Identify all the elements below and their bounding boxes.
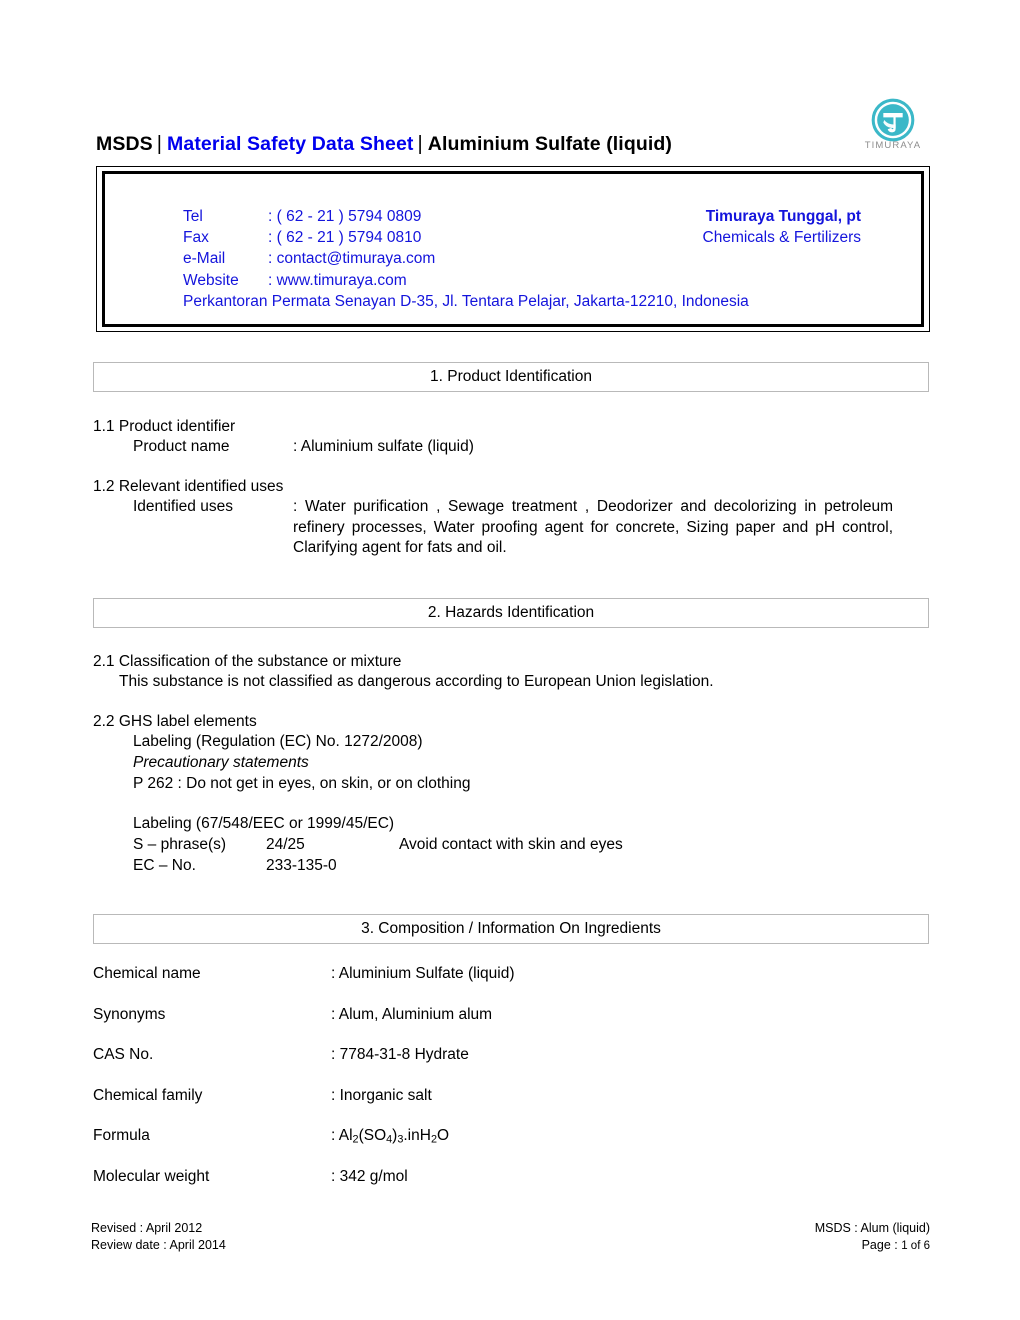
- composition-value-chemical-name: : Aluminium Sulfate (liquid): [331, 965, 515, 982]
- composition-name-chemical-family: Chemical family: [93, 1086, 203, 1104]
- footer-page-label: Page :: [861, 1238, 902, 1252]
- composition-value-cas-no: : 7784-31-8 Hydrate: [331, 1046, 469, 1063]
- contact-label-tel: Tel: [183, 208, 203, 225]
- composition-name-cas-no: CAS No.: [93, 1046, 154, 1063]
- contact-row-fax: Fax : ( 62 - 21 ) 5794 0810: [183, 227, 643, 248]
- title-product: Aluminium Sulfate (liquid): [427, 133, 672, 155]
- precautionary-p262: P 262 : Do not get in eyes, on skin, or …: [133, 775, 471, 792]
- contact-content: Tel : ( 62 - 21 ) 5794 0809 Fax : ( 62 -…: [105, 174, 921, 324]
- document-header: MSDS | Material Safety Data Sheet | Aluminiu…: [96, 132, 930, 156]
- precautionary-statements-heading: Precautionary statements: [133, 754, 309, 771]
- composition-row: Chemical name : Aluminium Sulfate (liqui…: [93, 965, 893, 1006]
- title-separator-1: |: [156, 133, 163, 155]
- footer-revised: Revised : April 2012: [91, 1221, 203, 1235]
- section1-sub1-title: 1.1 Product identifier: [93, 418, 236, 435]
- footer-page-total: 6: [923, 1240, 930, 1252]
- footer-msds-ref: MSDS : Alum (liquid): [814, 1221, 930, 1235]
- title-separator-2: |: [417, 133, 423, 155]
- footer-page-of: of: [907, 1240, 924, 1252]
- s-phrase-code: 24/25: [266, 836, 305, 853]
- composition-value-chemical-family: : Inorganic salt: [331, 1086, 432, 1104]
- product-name-value: : Aluminium sulfate (liquid): [293, 438, 474, 455]
- company-tagline: Chemicals & Fertilizers: [702, 229, 861, 247]
- composition-name-chemical-name: Chemical name: [93, 965, 201, 982]
- contact-details-list: Tel : ( 62 - 21 ) 5794 0809 Fax : ( 62 -…: [183, 206, 643, 291]
- title-main: Material Safety Data Sheet: [167, 133, 414, 155]
- product-name-row: Product name : Aluminium sulfate (liquid): [133, 437, 893, 458]
- ec-no-value: 233-135-0: [266, 857, 337, 874]
- section2-sub1-body: This substance is not classified as dang…: [119, 673, 714, 690]
- page-title: MSDS | Material Safety Data Sheet | Aluminiu…: [96, 132, 930, 156]
- composition-value-molecular-weight: : 342 g/mol: [331, 1167, 408, 1185]
- composition-name-synonyms: Synonyms: [93, 1005, 166, 1023]
- ec-no-row: EC – No. 233-135-0: [133, 856, 833, 877]
- s-phrase-label: S – phrase(s): [133, 836, 227, 853]
- composition-list: Chemical name : Aluminium Sulfate (liqui…: [93, 965, 893, 1208]
- labeling-1272-line: Labeling (Regulation (EC) No. 1272/2008): [133, 733, 423, 750]
- s-phrase-row: S – phrase(s) 24/25 Avoid contact with ski…: [133, 835, 833, 856]
- title-prefix: MSDS: [96, 133, 153, 155]
- product-name-label: Product name: [133, 438, 230, 455]
- composition-row: CAS No. : 7784-31-8 Hydrate: [93, 1046, 893, 1087]
- footer-right: MSDS : Alum (liquid) Page : 1 of 6: [815, 1220, 930, 1255]
- composition-value-synonyms: : Alum, Aluminium alum: [331, 1005, 493, 1023]
- composition-row: Molecular weight : 342 g/mol: [93, 1168, 893, 1209]
- s-phrase-text: Avoid contact with skin and eyes: [399, 836, 623, 853]
- composition-row: Synonyms : Alum, Aluminium alum: [93, 1006, 893, 1047]
- company-identity: Timuraya Tunggal, pt Chemicals & Fertili…: [703, 206, 861, 248]
- identified-uses-value: : Water purification , Sewage treatment …: [293, 498, 893, 557]
- ec-no-label: EC – No.: [133, 857, 196, 874]
- identified-uses-label: Identified uses: [133, 498, 233, 515]
- section2-sub2-title: 2.2 GHS label elements: [93, 713, 257, 730]
- footer-left: Revised : April 2012 Review date : April…: [91, 1220, 226, 1254]
- footer-page-number: Page : 1 of 6: [815, 1237, 930, 1255]
- msds-document-page: TIMURAYA MSDS | Material Safety Data Sheet…: [0, 0, 1020, 1320]
- identified-uses-row: Identified uses : Water purification , S…: [133, 497, 893, 559]
- composition-name-molecular-weight: Molecular weight: [93, 1167, 210, 1185]
- footer-review-date: Review date : April 2014: [91, 1238, 226, 1252]
- composition-row: Formula : Al2(SO4)3.inH2O: [93, 1127, 893, 1168]
- contact-box-inner-border: Tel : ( 62 - 21 ) 5794 0809 Fax : ( 62 -…: [102, 171, 924, 327]
- contact-value-fax: : ( 62 - 21 ) 5794 0810: [268, 229, 422, 247]
- contact-box: Tel : ( 62 - 21 ) 5794 0809 Fax : ( 62 -…: [96, 166, 930, 332]
- contact-label-website: Website: [183, 271, 239, 289]
- contact-row-email[interactable]: e-Mail : contact@timuraya.com: [183, 248, 643, 269]
- contact-row-website[interactable]: Website : www.timuraya.com: [183, 270, 643, 291]
- section-heading-1: 1. Product Identification: [93, 362, 929, 392]
- composition-row: Chemical family : Inorganic salt: [93, 1087, 893, 1128]
- composition-name-formula: Formula: [93, 1127, 150, 1144]
- contact-value-email[interactable]: : contact@timuraya.com: [268, 248, 643, 269]
- contact-row-tel: Tel : ( 62 - 21 ) 5794 0809: [183, 206, 643, 227]
- composition-value-formula: : Al2(SO4)3.inH2O: [331, 1127, 450, 1146]
- company-name: Timuraya Tunggal, pt: [705, 208, 861, 225]
- section2-sub1-title: 2.1 Classification of the substance or m…: [93, 653, 402, 670]
- contact-value-tel: : ( 62 - 21 ) 5794 0809: [268, 208, 422, 225]
- contact-label-email: e-Mail: [183, 250, 226, 268]
- section-heading-3: 3. Composition / Information On Ingredie…: [93, 914, 929, 944]
- contact-label-fax: Fax: [183, 229, 209, 247]
- section1-sub2-title: 1.2 Relevant identified uses: [93, 478, 284, 495]
- labeling-67548-line: Labeling (67/548/EEC or 1999/45/EC): [133, 815, 395, 832]
- contact-address: Perkantoran Permata Senayan D-35, Jl. Te…: [183, 293, 749, 310]
- contact-value-website[interactable]: : www.timuraya.com: [268, 270, 643, 291]
- section-heading-2: 2. Hazards Identification: [93, 598, 929, 628]
